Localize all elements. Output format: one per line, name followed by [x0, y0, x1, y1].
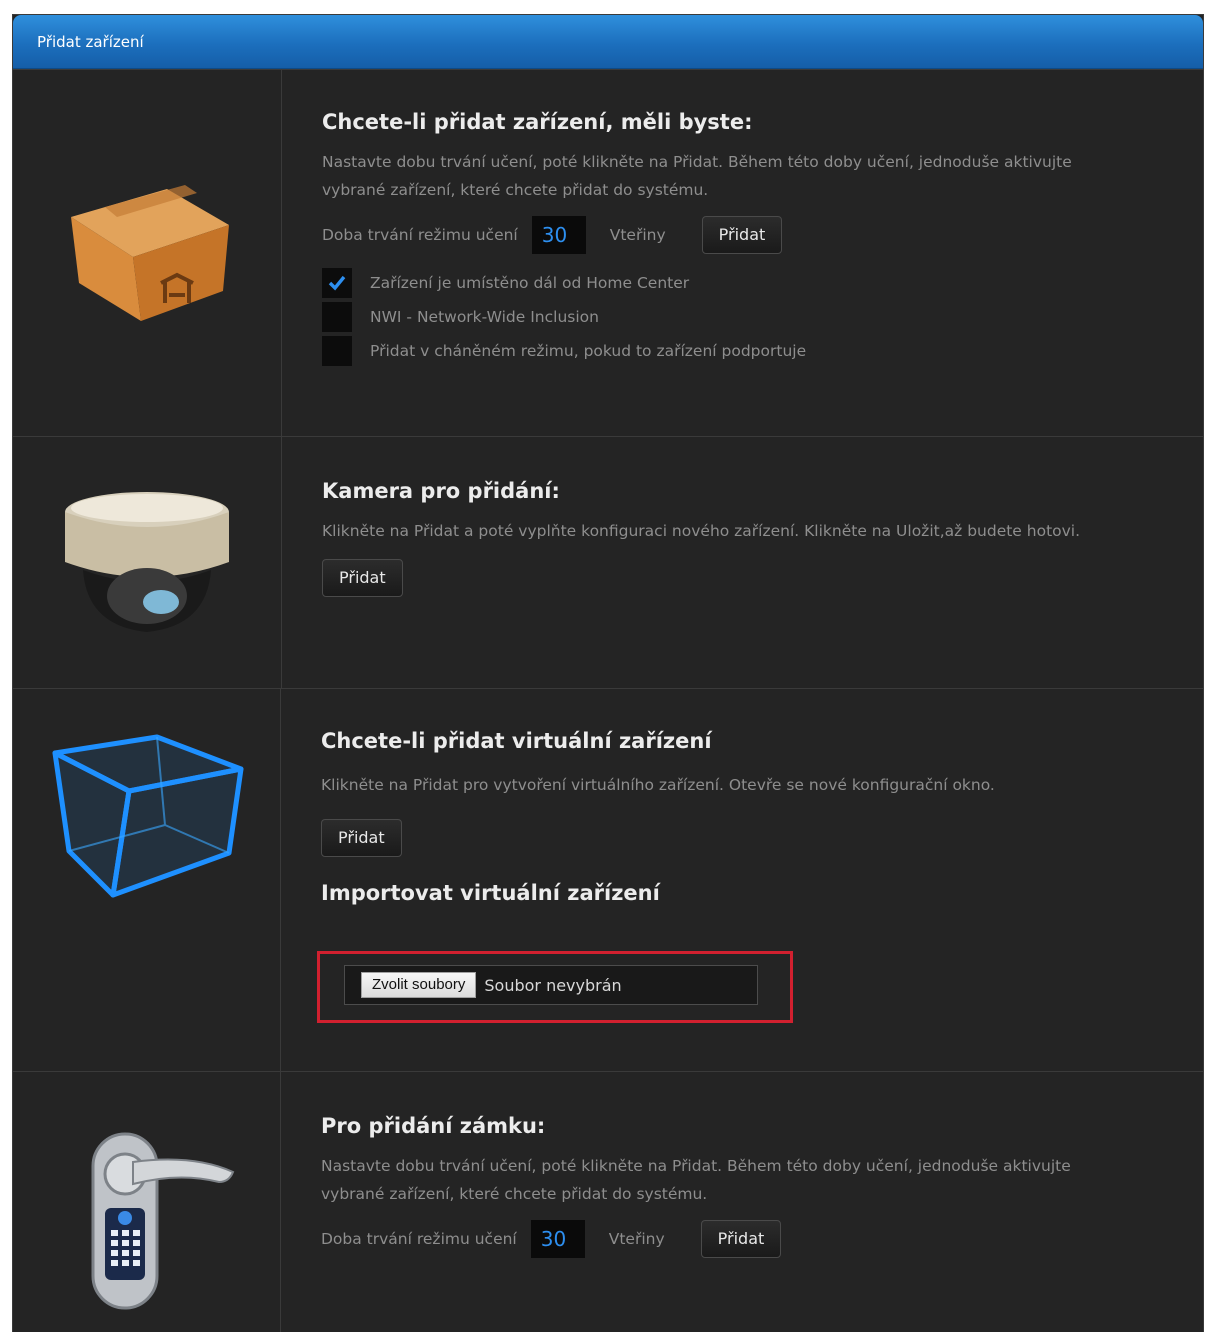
section-add-virtual: Chcete-li přidat virtuální zařízení Klik…: [13, 688, 1203, 1071]
option-label: NWI - Network-Wide Inclusion: [370, 308, 599, 326]
section-icon-cell: [13, 437, 282, 688]
door-lock-icon: [91, 1132, 234, 1310]
section-description: Nastavte dobu trvání učení, poté kliknět…: [321, 1157, 1071, 1203]
section-heading: Kamera pro přidání:: [322, 479, 560, 503]
section-heading: Chcete-li přidat zařízení, měli byste:: [322, 110, 753, 134]
section-heading: Chcete-li přidat virtuální zařízení: [321, 729, 712, 753]
duration-label: Doba trvání režimu učení: [322, 226, 518, 244]
file-status-text: Soubor nevybrán: [484, 975, 622, 995]
option-nwi: NWI - Network-Wide Inclusion: [322, 300, 1203, 334]
file-input[interactable]: Zvolit soubory Soubor nevybrán: [344, 965, 758, 1005]
add-device-panel: Přidat zařízení Chcete-li přidat zařízen…: [12, 14, 1204, 1332]
section-description: Klikněte na Přidat pro vytvoření virtuál…: [321, 776, 995, 794]
section-heading: Pro přidání zámku:: [321, 1114, 546, 1138]
checkbox-nwi[interactable]: [322, 302, 352, 332]
checkbox-distant-device[interactable]: [322, 268, 352, 298]
add-lock-button[interactable]: Přidat: [700, 1220, 782, 1258]
option-label: Zařízení je umístěno dál od Home Center: [370, 274, 690, 292]
add-device-button[interactable]: Přidat: [701, 216, 783, 254]
section-icon-cell: [13, 689, 281, 1071]
section-add-camera: Kamera pro přidání: Klikněte na Přidat a…: [13, 436, 1203, 688]
unit-label: Vteřiny: [608, 1230, 665, 1248]
panel-header: Přidat zařízení: [13, 15, 1203, 69]
duration-input[interactable]: 30: [531, 216, 586, 254]
virtual-cube-icon: [52, 734, 243, 898]
section-icon-cell: [13, 70, 282, 436]
option-distant-device: Zařízení je umístěno dál od Home Center: [322, 266, 1203, 300]
add-virtual-button[interactable]: Přidat: [321, 819, 402, 857]
dome-camera-icon: [65, 491, 229, 632]
choose-files-button[interactable]: Zvolit soubory: [361, 972, 477, 998]
package-box-icon: [71, 185, 229, 321]
import-heading: Importovat virtuální zařízení: [321, 881, 660, 905]
section-description: Nastavte dobu trvání učení, poté kliknět…: [322, 153, 1072, 199]
option-label: Přidat v cháněném režimu, pokud to zaříz…: [370, 342, 807, 360]
section-icon-cell: [13, 1072, 281, 1332]
section-add-lock: Pro přidání zámku: Nastavte dobu trvání …: [13, 1071, 1203, 1332]
section-add-device: Chcete-li přidat zařízení, měli byste: N…: [13, 69, 1203, 436]
checkbox-secure-mode[interactable]: [322, 336, 352, 366]
checkmark-icon: [328, 275, 346, 291]
add-camera-button[interactable]: Přidat: [322, 559, 403, 597]
option-secure-mode: Přidat v cháněném režimu, pokud to zaříz…: [322, 334, 1203, 368]
duration-input[interactable]: 30: [530, 1220, 585, 1258]
duration-label: Doba trvání režimu učení: [321, 1230, 517, 1248]
unit-label: Vteřiny: [609, 226, 666, 244]
section-description: Klikněte na Přidat a poté vyplňte konfig…: [322, 522, 1081, 540]
